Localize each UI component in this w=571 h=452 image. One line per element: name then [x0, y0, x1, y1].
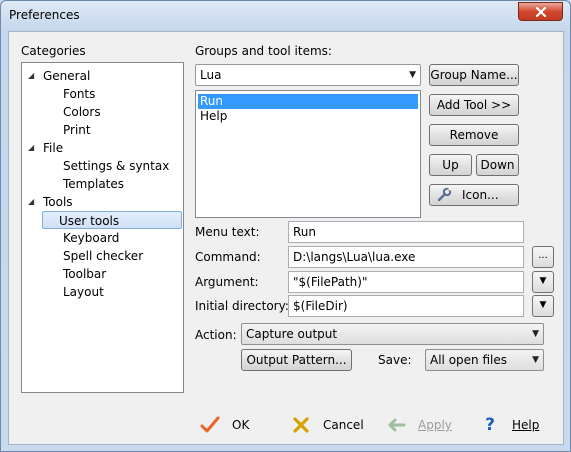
tree-item-layout[interactable]: Layout — [63, 283, 104, 301]
menu-text-input[interactable]: Run — [288, 221, 524, 243]
title-bar[interactable]: Preferences — [1, 1, 570, 31]
list-item-help[interactable]: Help — [198, 109, 418, 124]
initial-directory-menu-button[interactable]: ▼ — [532, 295, 554, 317]
checkmark-icon — [198, 415, 222, 435]
expanded-arrow-icon[interactable]: ◢ — [28, 67, 34, 85]
icon-button[interactable]: Icon... — [429, 184, 519, 206]
categories-label: Categories — [21, 44, 86, 58]
expanded-arrow-icon[interactable]: ◢ — [28, 139, 34, 157]
tool-items-list[interactable]: Run Help — [195, 90, 421, 218]
argument-input[interactable]: "$(FilePath)" — [288, 271, 524, 293]
wrench-icon — [437, 187, 452, 202]
command-input[interactable]: D:\langs\Lua\lua.exe — [288, 246, 524, 268]
tree-item-spell-checker[interactable]: Spell checker — [63, 247, 143, 265]
help-button[interactable]: ? Help — [478, 414, 539, 436]
groups-label: Groups and tool items: — [195, 44, 332, 58]
menu-text-label: Menu text: — [195, 225, 260, 239]
up-button[interactable]: Up — [429, 154, 472, 176]
remove-button[interactable]: Remove — [429, 124, 519, 146]
dropdown-arrow-icon: ▼ — [532, 355, 539, 365]
ok-button[interactable]: OK — [198, 414, 249, 436]
tree-item-templates[interactable]: Templates — [63, 175, 124, 193]
dialog-body: Categories ◢ General Fonts Colors Print … — [8, 31, 564, 445]
initial-directory-input[interactable]: $(FileDir) — [288, 295, 524, 317]
tree-item-keyboard[interactable]: Keyboard — [63, 229, 119, 247]
apply-arrow-icon — [384, 415, 408, 435]
tree-item-print[interactable]: Print — [63, 121, 91, 139]
preferences-window: Preferences Categories ◢ General Fonts C… — [0, 0, 571, 452]
close-button[interactable] — [518, 2, 563, 21]
action-select[interactable]: Capture output ▼ — [241, 323, 544, 345]
save-label: Save: — [378, 353, 412, 367]
list-item-run[interactable]: Run — [198, 94, 418, 109]
down-button[interactable]: Down — [476, 154, 519, 176]
tree-item-fonts[interactable]: Fonts — [63, 85, 95, 103]
dropdown-arrow-icon: ▼ — [532, 329, 539, 339]
tree-item-settings-syntax[interactable]: Settings & syntax — [63, 157, 169, 175]
group-select[interactable]: Lua ▼ — [195, 64, 421, 86]
categories-tree[interactable]: ◢ General Fonts Colors Print ◢ File Sett… — [21, 62, 184, 393]
dropdown-arrow-icon: ▼ — [539, 276, 547, 286]
close-icon — [535, 6, 546, 17]
command-browse-button[interactable]: ... — [532, 246, 554, 268]
dialog-footer: OK Cancel Apply ? Help — [9, 398, 563, 444]
tree-item-user-tools[interactable]: User tools — [42, 211, 182, 229]
command-label: Command: — [195, 250, 261, 264]
help-question-icon: ? — [485, 415, 495, 435]
group-name-button[interactable]: Group Name... — [429, 64, 519, 86]
apply-button[interactable]: Apply — [384, 414, 452, 436]
tree-item-toolbar[interactable]: Toolbar — [63, 265, 106, 283]
dropdown-arrow-icon: ▼ — [539, 300, 547, 310]
argument-menu-button[interactable]: ▼ — [532, 271, 554, 293]
save-select[interactable]: All open files ▼ — [425, 349, 544, 371]
cancel-button[interactable]: Cancel — [289, 414, 364, 436]
initial-directory-label: Initial directory: — [195, 299, 289, 313]
expanded-arrow-icon[interactable]: ◢ — [28, 193, 34, 211]
cancel-x-icon — [289, 415, 313, 435]
add-tool-button[interactable]: Add Tool >> — [429, 94, 519, 116]
tree-item-colors[interactable]: Colors — [63, 103, 101, 121]
window-title: Preferences — [9, 8, 80, 22]
dropdown-arrow-icon: ▼ — [409, 70, 416, 80]
action-label: Action: — [195, 328, 237, 342]
output-pattern-button[interactable]: Output Pattern... — [241, 349, 352, 371]
argument-label: Argument: — [195, 275, 259, 289]
